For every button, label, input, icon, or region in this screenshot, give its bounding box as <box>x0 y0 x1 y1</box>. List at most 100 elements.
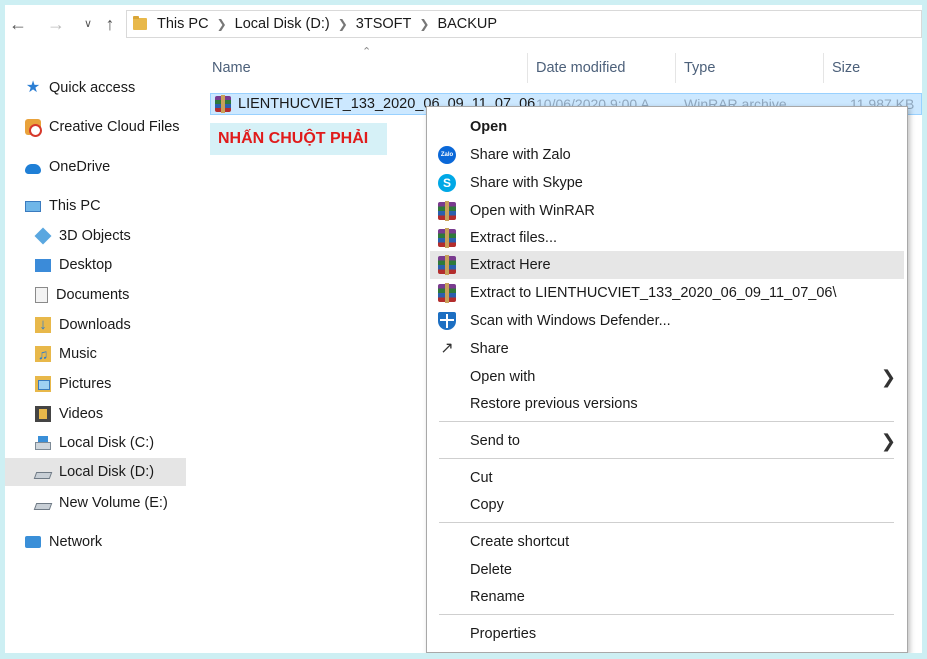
menu-item-label: Open with <box>470 369 536 385</box>
menu-separator <box>439 421 894 422</box>
sidebar-item-label: Local Disk (C:) <box>59 435 155 451</box>
skype-icon: S <box>438 174 456 192</box>
sidebar-item-videos[interactable]: Videos <box>35 400 103 428</box>
winrar-icon <box>438 283 456 303</box>
right-click-annotation: NHẤN CHUỘT PHẢI <box>210 123 387 155</box>
sidebar-item-label: Network <box>49 534 103 550</box>
sidebar-item-documents[interactable]: Documents <box>35 281 129 309</box>
menu-item-label: Copy <box>470 497 504 513</box>
chevron-right-icon: ❯ <box>880 430 896 451</box>
column-header-size[interactable]: Size <box>826 53 916 83</box>
menu-separator <box>439 458 894 459</box>
menu-item-share-with-zalo[interactable]: Zalo Share with Zalo <box>430 141 904 169</box>
breadcrumb-backup[interactable]: BACKUP <box>437 16 497 32</box>
menu-item-cut[interactable]: Cut <box>430 464 904 492</box>
sidebar-item-creative-cloud-files[interactable]: Creative Cloud Files <box>25 113 180 141</box>
recent-locations-chevron-icon[interactable]: ∨ <box>77 13 99 35</box>
sidebar-item-label: This PC <box>49 198 101 214</box>
menu-item-share[interactable]: ↗ Share <box>430 335 904 363</box>
column-header-date-modified[interactable]: Date modified <box>530 53 675 83</box>
sidebar-item-desktop[interactable]: Desktop <box>35 251 112 279</box>
menu-item-extract-to-folder[interactable]: Extract to LIENTHUCVIET_133_2020_06_09_1… <box>430 279 904 307</box>
sidebar-item-downloads[interactable]: ↓ Downloads <box>35 311 131 339</box>
column-header-name[interactable]: Name <box>206 53 528 83</box>
breadcrumb-local-disk-d[interactable]: Local Disk (D:) <box>235 16 330 32</box>
videos-icon <box>35 406 51 422</box>
menu-item-restore-previous-versions[interactable]: Restore previous versions <box>430 390 904 418</box>
menu-item-open[interactable]: Open <box>430 113 904 141</box>
sidebar-item-new-volume-e[interactable]: New Volume (E:) <box>33 489 168 517</box>
breadcrumb-3tsoft[interactable]: 3TSOFT <box>356 16 412 32</box>
menu-item-label: Extract Here <box>470 257 551 273</box>
up-arrow-icon[interactable]: ↑ <box>99 13 121 35</box>
back-arrow-icon[interactable]: ← <box>7 13 29 35</box>
menu-item-label: Share <box>470 341 509 357</box>
forward-arrow-icon[interactable]: → <box>45 13 67 35</box>
menu-item-open-with[interactable]: Open with ❯ <box>430 363 904 391</box>
breadcrumb[interactable]: This PC ❯ Local Disk (D:) ❯ 3TSOFT ❯ BAC… <box>126 10 922 38</box>
cloud-icon <box>25 164 41 174</box>
winrar-icon <box>438 255 456 275</box>
zalo-icon: Zalo <box>438 146 456 164</box>
sidebar-item-label: Music <box>59 346 97 362</box>
system-drive-icon <box>35 436 51 450</box>
drive-icon <box>33 502 53 510</box>
address-bar-row: ← → ∨ ↑ This PC ❯ Local Disk (D:) ❯ 3TSO… <box>5 5 922 43</box>
column-divider[interactable] <box>675 53 676 83</box>
menu-item-label: Extract files... <box>470 230 558 246</box>
sidebar-item-pictures[interactable]: Pictures <box>35 370 111 398</box>
menu-item-label: Share with Skype <box>470 175 583 191</box>
winrar-icon <box>438 201 456 221</box>
winrar-icon <box>438 228 456 248</box>
sidebar-item-label: OneDrive <box>49 159 111 175</box>
share-icon: ↗ <box>440 340 454 357</box>
menu-item-label: Restore previous versions <box>470 396 638 412</box>
menu-item-label: Create shortcut <box>470 534 570 550</box>
sidebar-item-local-disk-c[interactable]: Local Disk (C:) <box>35 429 154 457</box>
menu-separator <box>439 614 894 615</box>
menu-item-label: Cut <box>470 470 493 486</box>
breadcrumb-this-pc[interactable]: This PC <box>157 16 209 32</box>
star-icon: ★ <box>25 79 41 96</box>
column-divider[interactable] <box>823 53 824 83</box>
menu-item-label: Rename <box>470 589 525 605</box>
drive-icon <box>33 471 53 479</box>
file-explorer-window: ← → ∨ ↑ This PC ❯ Local Disk (D:) ❯ 3TSO… <box>5 5 922 653</box>
menu-item-label: Extract to LIENTHUCVIET_133_2020_06_09_1… <box>470 285 837 301</box>
breadcrumb-separator-icon[interactable]: ❯ <box>338 17 348 31</box>
menu-item-label: Scan with Windows Defender... <box>470 313 671 329</box>
menu-item-extract-here[interactable]: Extract Here <box>430 251 904 279</box>
menu-item-extract-files[interactable]: Extract files... <box>430 224 904 252</box>
menu-item-copy[interactable]: Copy <box>430 491 904 519</box>
pictures-icon <box>35 376 51 392</box>
menu-item-send-to[interactable]: Send to ❯ <box>430 427 904 455</box>
sidebar-item-label: Local Disk (D:) <box>59 464 155 480</box>
sidebar-item-onedrive[interactable]: OneDrive <box>25 153 110 181</box>
sidebar-item-this-pc[interactable]: This PC <box>25 192 101 220</box>
windows-defender-icon <box>438 312 456 330</box>
sidebar-item-label: Creative Cloud Files <box>49 119 180 135</box>
sidebar-item-label: New Volume (E:) <box>59 495 168 511</box>
menu-item-share-with-skype[interactable]: S Share with Skype <box>430 169 904 197</box>
menu-item-properties[interactable]: Properties <box>430 620 904 648</box>
3d-objects-icon <box>34 227 52 245</box>
menu-item-open-with-winrar[interactable]: Open with WinRAR <box>430 197 904 225</box>
column-header-type[interactable]: Type <box>678 53 823 83</box>
sidebar-item-3d-objects[interactable]: 3D Objects <box>34 222 131 250</box>
breadcrumb-separator-icon[interactable]: ❯ <box>217 17 227 31</box>
context-menu: Open Zalo Share with Zalo S Share with S… <box>426 106 908 653</box>
menu-item-scan-with-windows-defender[interactable]: Scan with Windows Defender... <box>430 307 904 335</box>
sidebar-item-network[interactable]: Network <box>25 528 102 556</box>
sidebar-item-local-disk-d[interactable]: Local Disk (D:) <box>5 458 186 486</box>
sidebar-item-music[interactable]: ♫ Music <box>35 340 97 368</box>
chevron-right-icon: ❯ <box>880 366 896 387</box>
downloads-icon: ↓ <box>35 317 51 333</box>
breadcrumb-separator-icon[interactable]: ❯ <box>419 17 429 31</box>
menu-item-label: Open <box>470 119 508 135</box>
column-divider[interactable] <box>527 53 528 83</box>
menu-item-create-shortcut[interactable]: Create shortcut <box>430 528 904 556</box>
menu-item-delete[interactable]: Delete <box>430 556 904 584</box>
sidebar-item-label: Pictures <box>59 376 112 392</box>
menu-item-rename[interactable]: Rename <box>430 583 904 611</box>
sidebar-item-quick-access[interactable]: ★ Quick access <box>25 74 135 102</box>
